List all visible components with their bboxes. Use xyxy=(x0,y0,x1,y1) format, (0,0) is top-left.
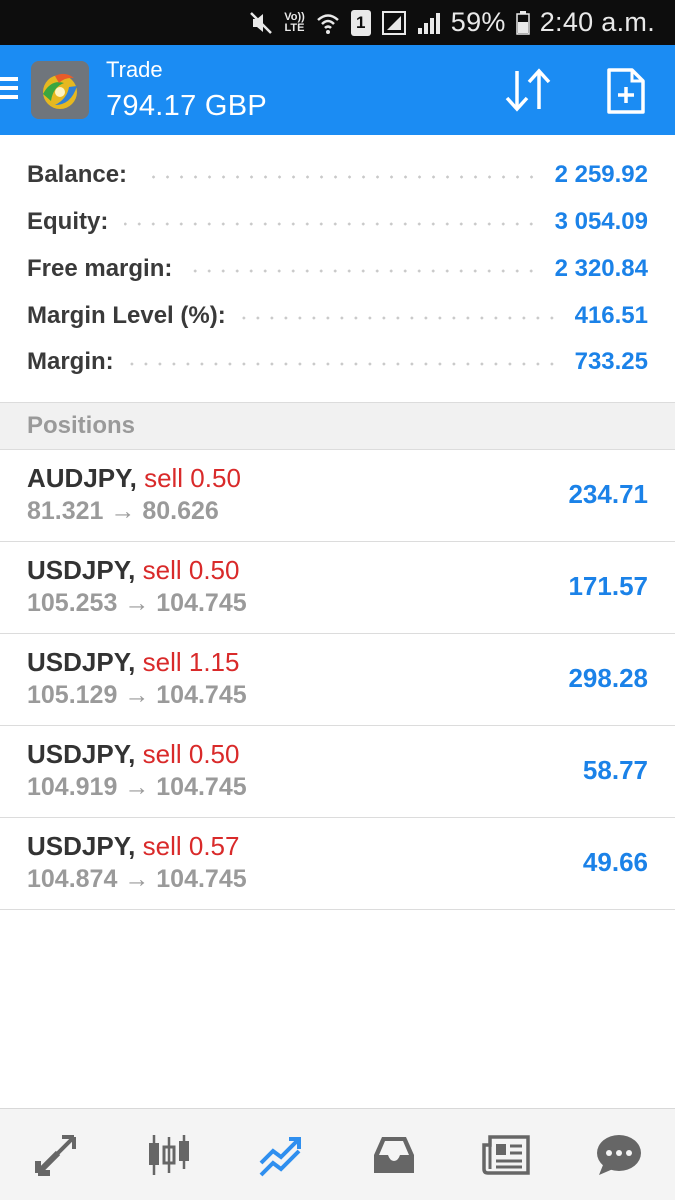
position-title: USDJPY, sell 0.50 xyxy=(27,555,239,586)
history-icon xyxy=(373,1136,414,1173)
trade-icon xyxy=(259,1136,302,1176)
bottom-nav xyxy=(0,1108,675,1200)
status-icons: Vo)) LTE 1 59% 2:40 a.m. xyxy=(248,0,655,45)
positions-title: Positions xyxy=(27,412,136,439)
balance-value: 2 259.92 xyxy=(554,161,648,188)
position-profit: 234.71 xyxy=(568,479,648,509)
position-symbol: USDJPY, xyxy=(27,555,136,585)
position-row[interactable]: USDJPY, sell 1.15 105.129 → 104.745 298.… xyxy=(0,634,675,726)
position-profit: 298.28 xyxy=(568,663,648,693)
sim-slot-label: 1 xyxy=(356,12,366,32)
account-profit: 794.17 GBP xyxy=(106,90,267,122)
nav-trade[interactable] xyxy=(225,1109,338,1200)
position-prices: 105.129 → 104.745 xyxy=(27,681,247,709)
nav-news[interactable] xyxy=(450,1109,563,1200)
dotted-leader xyxy=(143,175,539,179)
position-prices: 104.874 → 104.745 xyxy=(27,865,247,893)
lte-label: LTE xyxy=(284,21,305,34)
cell-signal-icon xyxy=(417,10,441,36)
position-type: sell 0.57 xyxy=(142,831,240,861)
nav-quotes[interactable] xyxy=(0,1109,113,1200)
new-order-icon[interactable] xyxy=(606,67,646,115)
app-bar: Trade 794.17 GBP xyxy=(0,45,675,135)
volte-label: Vo)) xyxy=(284,10,305,23)
chart-icon xyxy=(148,1134,189,1175)
app-logo[interactable] xyxy=(31,61,89,119)
battery-percent: 59% xyxy=(450,7,506,37)
position-prices: 81.321 → 80.626 xyxy=(27,497,219,525)
margin-value: 733.25 xyxy=(574,348,648,375)
mute-icon xyxy=(248,10,274,36)
summary-row-equity: Equity: 3 054.09 xyxy=(27,202,648,242)
position-title: USDJPY, sell 0.57 xyxy=(27,831,239,862)
position-symbol: USDJPY, xyxy=(27,739,136,769)
menu-icon[interactable] xyxy=(0,77,20,103)
position-profit: 49.66 xyxy=(582,847,648,877)
balance-label: Balance: xyxy=(27,161,128,188)
position-type: sell 1.15 xyxy=(142,647,240,677)
position-symbol: AUDJPY, xyxy=(27,463,137,493)
position-row[interactable]: USDJPY, sell 0.57 104.874 → 104.745 49.6… xyxy=(0,818,675,910)
margin-level-value: 416.51 xyxy=(574,302,648,329)
positions-list: AUDJPY, sell 0.50 81.321 → 80.626 234.71… xyxy=(0,450,675,910)
free-margin-value: 2 320.84 xyxy=(554,255,648,282)
equity-label: Equity: xyxy=(27,208,109,235)
nav-chart[interactable] xyxy=(113,1109,226,1200)
volte-icon: Vo)) LTE xyxy=(284,10,305,34)
nav-history[interactable] xyxy=(338,1109,451,1200)
dotted-leader xyxy=(241,316,559,320)
position-title: USDJPY, sell 1.15 xyxy=(27,647,239,678)
position-row[interactable]: USDJPY, sell 0.50 105.253 → 104.745 171.… xyxy=(0,542,675,634)
position-prices: 104.919 → 104.745 xyxy=(27,773,247,801)
signal-box-icon xyxy=(381,10,407,36)
position-type: sell 0.50 xyxy=(144,463,241,493)
position-row[interactable]: USDJPY, sell 0.50 104.919 → 104.745 58.7… xyxy=(0,726,675,818)
account-summary: Balance: 2 259.92 Equity: 3 054.09 Free … xyxy=(0,135,675,403)
sim-icon: 1 xyxy=(350,9,371,36)
position-type: sell 0.50 xyxy=(142,739,240,769)
sort-icon[interactable] xyxy=(503,67,553,113)
status-bar: Vo)) LTE 1 59% 2:40 a.m. xyxy=(0,0,675,45)
clock: 2:40 a.m. xyxy=(539,7,655,37)
page-title: Trade xyxy=(106,57,163,82)
quotes-icon xyxy=(35,1134,77,1176)
positions-section-header: Positions xyxy=(0,402,675,450)
position-profit: 171.57 xyxy=(568,571,648,601)
wifi-icon xyxy=(315,10,341,36)
position-type: sell 0.50 xyxy=(142,555,240,585)
margin-label: Margin: xyxy=(27,348,114,375)
position-row[interactable]: AUDJPY, sell 0.50 81.321 → 80.626 234.71 xyxy=(0,450,675,542)
summary-row-margin: Margin: 733.25 xyxy=(27,342,648,382)
messages-icon xyxy=(596,1134,641,1175)
nav-messages[interactable] xyxy=(563,1109,675,1200)
position-symbol: USDJPY, xyxy=(27,831,136,861)
margin-level-label: Margin Level (%): xyxy=(27,302,226,329)
equity-value: 3 054.09 xyxy=(554,208,648,235)
news-icon xyxy=(482,1134,530,1175)
position-title: AUDJPY, sell 0.50 xyxy=(27,463,241,494)
summary-row-margin-level: Margin Level (%): 416.51 xyxy=(27,296,648,336)
summary-row-balance: Balance: 2 259.92 xyxy=(27,155,648,195)
position-title: USDJPY, sell 0.50 xyxy=(27,739,239,770)
summary-row-free-margin: Free margin: 2 320.84 xyxy=(27,249,648,289)
dotted-leader xyxy=(124,222,539,226)
position-profit: 58.77 xyxy=(582,755,648,785)
position-symbol: USDJPY, xyxy=(27,647,136,677)
dotted-leader xyxy=(129,362,559,366)
battery-icon xyxy=(515,10,530,35)
free-margin-label: Free margin: xyxy=(27,255,173,282)
dotted-leader xyxy=(188,269,539,273)
position-prices: 105.253 → 104.745 xyxy=(27,589,247,617)
